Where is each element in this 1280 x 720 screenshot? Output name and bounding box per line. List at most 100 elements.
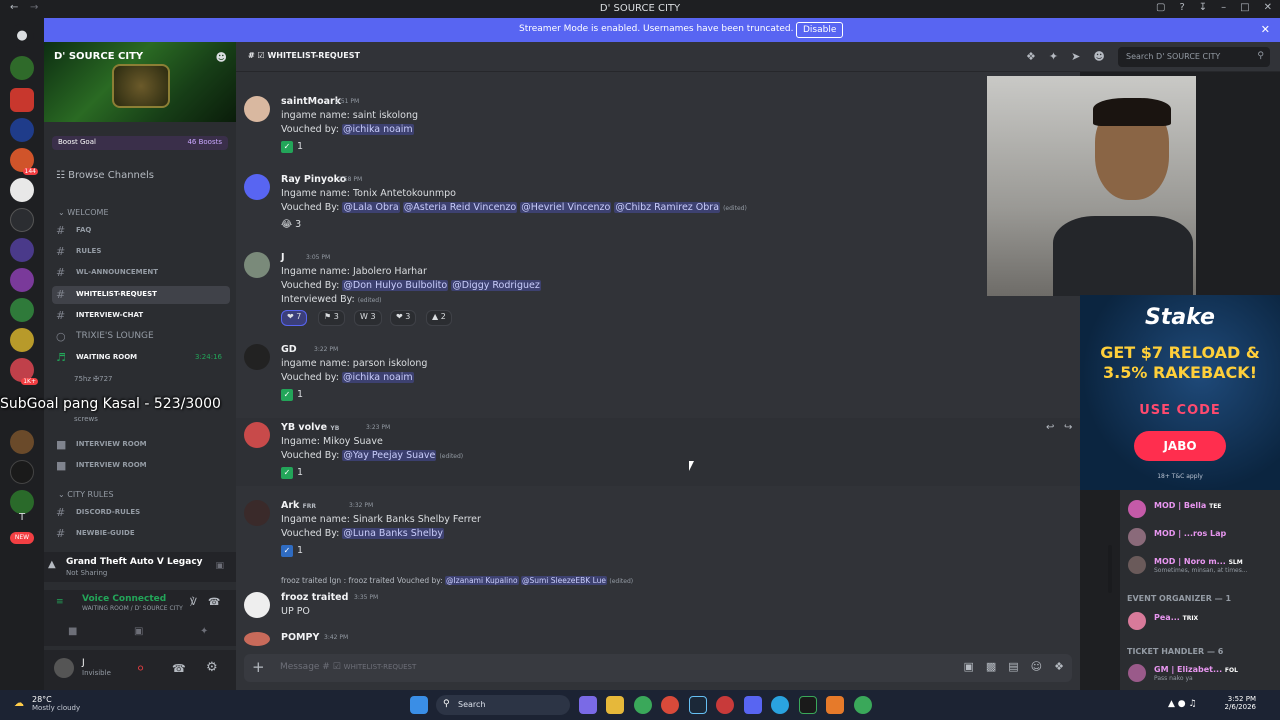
signal-icon[interactable]: ≡ bbox=[56, 597, 64, 607]
members-icon[interactable]: ☻ bbox=[1093, 50, 1104, 63]
browse-channels[interactable]: ☷ Browse Channels bbox=[56, 170, 154, 181]
channel-wl-announcement[interactable]: # WL-ANNOUNCEMENT bbox=[52, 264, 230, 282]
search-input[interactable]: Search D' SOURCE CITY ⚲ bbox=[1118, 47, 1270, 67]
download-icon[interactable]: ↧ bbox=[1199, 2, 1207, 13]
mention[interactable]: @ichika noaim bbox=[341, 372, 414, 383]
mention[interactable]: @Luna Banks Shelby bbox=[342, 528, 444, 539]
chrome-icon[interactable] bbox=[661, 696, 679, 714]
headphones-icon[interactable]: ☎ bbox=[172, 662, 186, 675]
clock[interactable]: 3:52 PM 2/6/2026 bbox=[1225, 695, 1256, 711]
server-icon[interactable]: 144 bbox=[10, 148, 38, 175]
server-name[interactable]: D' SOURCE CITY bbox=[54, 51, 143, 62]
banner-close-icon[interactable]: ✕ bbox=[1261, 23, 1270, 36]
channel-faq[interactable]: # FAQ bbox=[52, 222, 230, 240]
server-icon[interactable]: 1K+ bbox=[10, 358, 38, 385]
reaction-flag[interactable]: ⚑ 3 bbox=[318, 310, 345, 326]
telegram-icon[interactable] bbox=[771, 696, 789, 714]
reaction[interactable]: ✓ 1 bbox=[281, 545, 303, 557]
avatar[interactable] bbox=[54, 658, 74, 678]
reaction-heart[interactable]: ❤ 7 bbox=[281, 310, 308, 326]
category-city-rules[interactable]: ⌄ CITY RULES bbox=[58, 490, 114, 499]
message-reply[interactable]: frooz traited Ign : frooz traited Vouche… bbox=[244, 576, 1074, 620]
reaction-w[interactable]: W 3 bbox=[354, 310, 382, 326]
mention[interactable]: @Sumi SleezeEBK Lue bbox=[520, 576, 607, 585]
scrollbar[interactable] bbox=[1108, 545, 1112, 593]
server-icon[interactable] bbox=[10, 208, 34, 232]
steam-icon[interactable] bbox=[689, 696, 707, 714]
avatar[interactable] bbox=[244, 592, 270, 618]
threads-icon[interactable]: ❖ bbox=[1026, 50, 1036, 63]
channel-rules[interactable]: # RULES bbox=[52, 243, 230, 261]
reaction-fire[interactable]: ▲ 2 bbox=[426, 310, 452, 326]
message[interactable]: saintMoark 2:51 PM ingame name: saint is… bbox=[244, 96, 1074, 156]
mention[interactable]: @Don Hulyo Bulbolito bbox=[342, 280, 449, 291]
apps-icon[interactable]: ❖ bbox=[1054, 660, 1064, 673]
user-name[interactable]: J bbox=[82, 658, 85, 668]
message[interactable]: J 3:05 PM Ingame name: Jabolero Harhar V… bbox=[244, 252, 1074, 332]
discord-icon[interactable] bbox=[744, 696, 762, 714]
sticker-icon[interactable]: ▤ bbox=[1008, 660, 1018, 673]
taskbar-search[interactable]: ⚲ Search bbox=[436, 695, 570, 715]
app-icon[interactable] bbox=[799, 696, 817, 714]
gift-icon[interactable]: ▣ bbox=[963, 660, 973, 673]
forward-message-icon[interactable]: ↪ bbox=[1064, 422, 1072, 433]
server-icon[interactable] bbox=[10, 178, 34, 202]
voice-user[interactable]: screws bbox=[74, 415, 98, 423]
avatar[interactable] bbox=[244, 252, 270, 278]
avatar[interactable] bbox=[244, 344, 270, 370]
server-icon[interactable] bbox=[10, 430, 34, 454]
windows-start-icon[interactable] bbox=[410, 696, 428, 714]
boost-goal[interactable]: Boost Goal 46 Boosts bbox=[52, 136, 228, 150]
voice-user[interactable]: 75hz ✠727 bbox=[74, 375, 113, 383]
reply-icon[interactable]: ↩ bbox=[1046, 422, 1054, 433]
gear-icon[interactable]: ⚙ bbox=[206, 660, 218, 675]
invite-icon[interactable]: ☻ bbox=[216, 51, 227, 64]
reaction[interactable]: 😂 3 bbox=[281, 219, 301, 230]
close-button[interactable]: ✕ bbox=[1264, 2, 1272, 13]
camera-icon[interactable]: ■ bbox=[68, 626, 77, 637]
app-icon[interactable] bbox=[716, 696, 734, 714]
message-author[interactable]: saintMoark bbox=[281, 96, 341, 107]
server-icon[interactable] bbox=[10, 88, 34, 112]
message[interactable]: Ray Pinyoko 2:58 PM Ingame name: Tonix A… bbox=[244, 174, 1074, 234]
emoji-icon[interactable]: ☺ bbox=[1031, 660, 1042, 673]
mic-icon[interactable]: ⚪ bbox=[136, 662, 145, 675]
mention[interactable]: @Izanami Kupalino bbox=[445, 576, 519, 585]
disconnect-icon[interactable]: ☎ bbox=[208, 597, 220, 608]
chrome-icon[interactable] bbox=[854, 696, 872, 714]
member-item[interactable]: GM | Elizabet... FOL Pass nako ya bbox=[1128, 662, 1278, 684]
member-item[interactable]: MOD | Noro m... SLM Sometimes, minsan, at… bbox=[1128, 554, 1278, 576]
weather-icon[interactable]: ☁ bbox=[14, 698, 24, 709]
voice-channel[interactable]: WAITING ROOM / D' SOURCE CITY bbox=[82, 605, 183, 612]
mention[interactable]: @Diggy Rodriguez bbox=[451, 280, 541, 291]
server-icon[interactable] bbox=[10, 460, 34, 484]
server-icon[interactable] bbox=[10, 490, 34, 514]
disable-button[interactable]: Disable bbox=[796, 22, 844, 38]
avatar[interactable] bbox=[244, 96, 270, 122]
message[interactable]: Ark FRR 3:32 PM Ingame name: Sinark Bank… bbox=[244, 500, 1074, 560]
weather-widget[interactable]: 28°C Mostly cloudy bbox=[32, 695, 80, 712]
message-author[interactable]: frooz traited bbox=[281, 592, 348, 603]
message-input[interactable]: + Message # ☑ WHITELIST-REQUEST ▣ ▩ ▤ ☺ … bbox=[244, 654, 1072, 682]
mention[interactable]: @Hevriel Vincenzo bbox=[520, 202, 612, 213]
system-tray[interactable]: ▲ ● ♫ bbox=[1168, 699, 1197, 709]
mention[interactable]: @ichika noaim bbox=[341, 124, 414, 135]
message-author[interactable]: GD bbox=[281, 344, 297, 355]
copilot-icon[interactable] bbox=[579, 696, 597, 714]
server-icon[interactable] bbox=[10, 118, 34, 142]
avatar[interactable] bbox=[244, 500, 270, 526]
mention[interactable]: @Asteria Reid Vincenzo bbox=[402, 202, 518, 213]
channel-discord-rules[interactable]: # DISCORD-RULES bbox=[52, 504, 230, 522]
maximize-button[interactable]: □ bbox=[1240, 2, 1249, 13]
message-author[interactable]: Ray Pinyoko bbox=[281, 174, 346, 185]
channel-interview-room-2[interactable]: ■ INTERVIEW ROOM bbox=[52, 457, 230, 475]
member-item[interactable]: MOD | Bella TEE bbox=[1128, 498, 1278, 520]
channel-waiting-room[interactable]: ♬ WAITING ROOM 3:24:16 bbox=[52, 349, 230, 367]
share-screen-icon[interactable]: ▣ bbox=[215, 561, 224, 571]
channel-interview-room-1[interactable]: ■ INTERVIEW ROOM bbox=[52, 436, 230, 454]
category-welcome[interactable]: ⌄ WELCOME bbox=[58, 208, 109, 217]
message-hovered[interactable]: YB volve YB 3:23 PM Ingame: Mikoy Suave … bbox=[236, 418, 1080, 486]
server-icon[interactable] bbox=[10, 268, 34, 292]
app-icon[interactable] bbox=[826, 696, 844, 714]
server-folder-t[interactable]: T bbox=[10, 512, 34, 528]
